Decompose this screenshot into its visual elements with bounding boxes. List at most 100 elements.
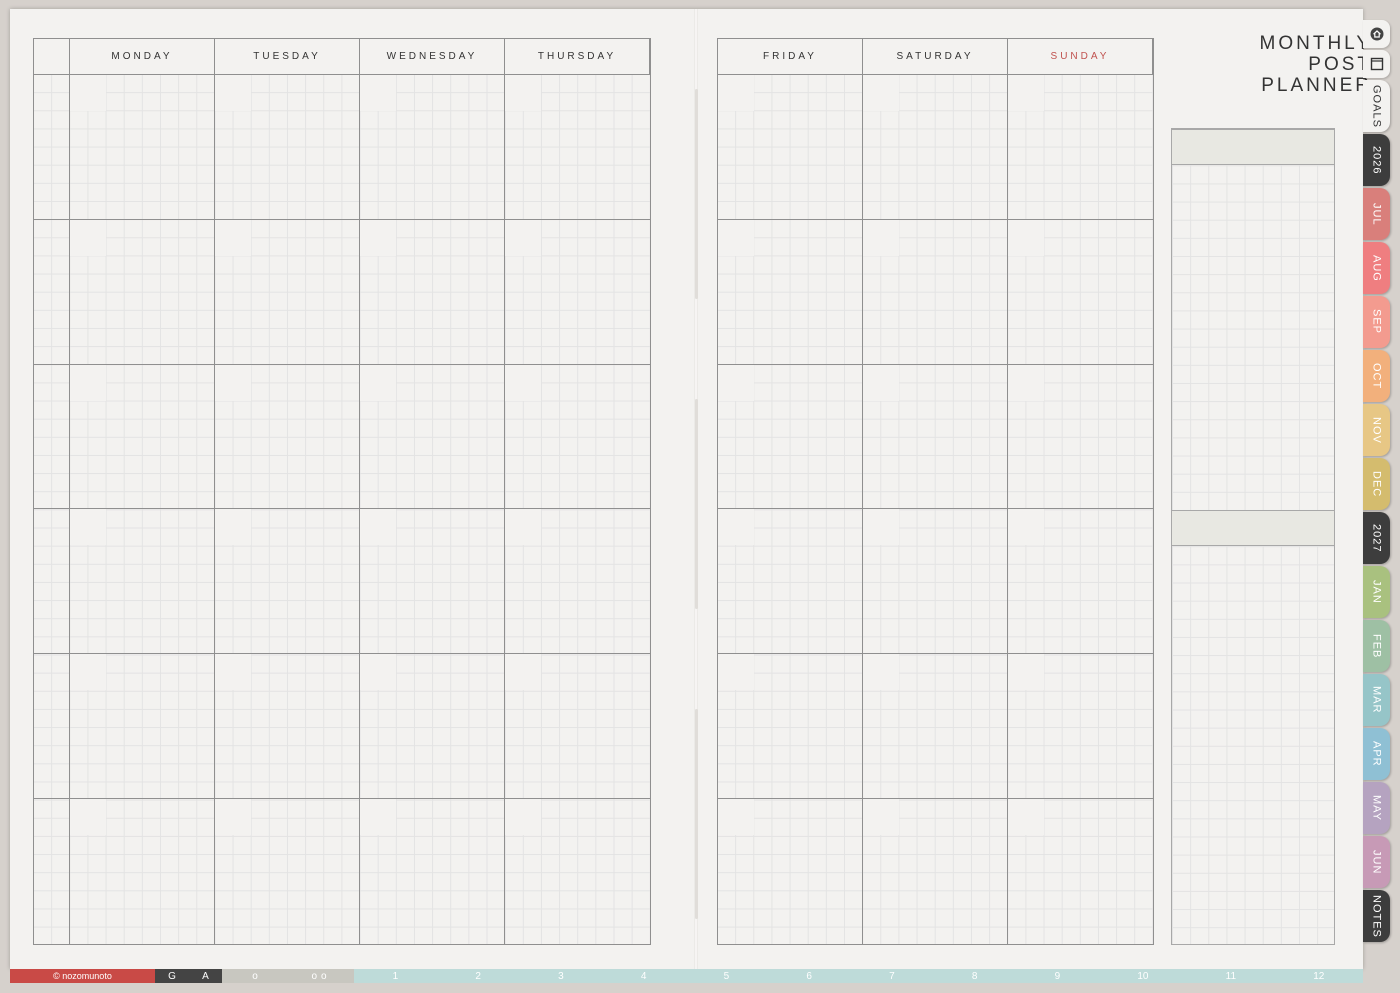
tab-label: AUG	[1370, 254, 1383, 282]
home-icon	[1370, 27, 1383, 41]
calendar-right: FRIDAY SATURDAY SUNDAY	[717, 38, 1154, 945]
month-link[interactable]: 1	[393, 969, 399, 983]
day-cell[interactable]	[360, 799, 505, 944]
tab-feb[interactable]: FEB	[1363, 620, 1390, 672]
day-cell[interactable]	[505, 509, 650, 655]
overview-link[interactable]: o	[222, 969, 288, 983]
month-link[interactable]: 12	[1313, 969, 1324, 983]
day-cell[interactable]	[215, 509, 360, 655]
tab-aug[interactable]: AUG	[1363, 242, 1390, 294]
tab-jun[interactable]: JUN	[1363, 836, 1390, 888]
day-cell[interactable]	[718, 364, 863, 510]
day-cell[interactable]	[1008, 509, 1153, 655]
day-cell[interactable]	[215, 654, 360, 800]
day-cell[interactable]	[1008, 654, 1153, 800]
day-cell[interactable]	[718, 219, 863, 365]
day-cell[interactable]	[360, 75, 505, 220]
month-link[interactable]: 3	[558, 969, 564, 983]
day-cell[interactable]	[505, 219, 650, 365]
day-cell[interactable]	[360, 219, 505, 365]
day-cell[interactable]	[70, 654, 215, 800]
day-number-box	[360, 509, 396, 546]
day-cell[interactable]	[863, 364, 1008, 510]
day-cell[interactable]	[215, 364, 360, 510]
day-cell[interactable]	[718, 654, 863, 800]
tab-mar[interactable]: MAR	[1363, 674, 1390, 726]
tab-sep[interactable]: SEP	[1363, 296, 1390, 348]
tab-apr[interactable]: APR	[1363, 728, 1390, 780]
day-cell[interactable]	[70, 799, 215, 944]
day-cell[interactable]	[70, 219, 215, 365]
day-number-box	[718, 75, 754, 111]
goals-link[interactable]: G	[155, 969, 189, 983]
tab-2026[interactable]: 2026	[1363, 134, 1390, 186]
overview-2-link[interactable]: oo	[288, 969, 354, 983]
day-number-box	[70, 364, 106, 401]
title-line: MONTHLY	[1259, 33, 1372, 54]
day-cell[interactable]	[718, 75, 863, 220]
notes-column[interactable]	[1171, 128, 1335, 945]
tab-jul[interactable]: JUL	[1363, 188, 1390, 240]
day-cell[interactable]	[215, 219, 360, 365]
month-link[interactable]: 6	[806, 969, 812, 983]
home-tab[interactable]	[1363, 20, 1390, 48]
day-cell[interactable]	[215, 799, 360, 944]
month-links: 1 2 3 4 5 6 7 8 9 10 11 12	[354, 969, 1363, 983]
month-link[interactable]: 10	[1137, 969, 1148, 983]
tab-2027[interactable]: 2027	[1363, 512, 1390, 564]
day-cell[interactable]	[215, 75, 360, 220]
month-link[interactable]: 9	[1055, 969, 1061, 983]
day-cell[interactable]	[360, 509, 505, 655]
day-number-box	[505, 219, 541, 256]
day-header-sunday: SUNDAY	[1008, 39, 1153, 75]
tab-dec[interactable]: DEC	[1363, 458, 1390, 510]
day-cell[interactable]	[1008, 219, 1153, 365]
brand-link[interactable]: © nozomunoto	[10, 969, 155, 983]
day-cell[interactable]	[505, 799, 650, 944]
day-cell[interactable]	[1008, 75, 1153, 220]
day-header-tuesday: TUESDAY	[215, 39, 360, 75]
tab-oct[interactable]: OCT	[1363, 350, 1390, 402]
day-cell[interactable]	[863, 75, 1008, 220]
tab-label: MAR	[1370, 686, 1383, 714]
tab-nov[interactable]: NOV	[1363, 404, 1390, 456]
day-number-box	[360, 364, 396, 401]
day-number-box	[70, 75, 106, 111]
day-number-box	[1008, 654, 1044, 691]
day-cell[interactable]	[505, 75, 650, 220]
month-link[interactable]: 7	[889, 969, 895, 983]
month-link[interactable]: 4	[641, 969, 647, 983]
day-cell[interactable]	[1008, 364, 1153, 510]
tab-notes[interactable]: NOTES	[1363, 890, 1390, 942]
day-number-box	[70, 509, 106, 546]
day-cell[interactable]	[863, 799, 1008, 944]
day-cell[interactable]	[718, 799, 863, 944]
day-cell[interactable]	[360, 364, 505, 510]
tab-may[interactable]: MAY	[1363, 782, 1390, 834]
annual-link[interactable]: A	[189, 969, 222, 983]
day-cell[interactable]	[718, 509, 863, 655]
day-number-box	[1008, 509, 1044, 546]
day-cell[interactable]	[505, 654, 650, 800]
week-number-cell	[34, 654, 70, 800]
day-cell[interactable]	[505, 364, 650, 510]
day-cell[interactable]	[360, 654, 505, 800]
tab-label: DEC	[1370, 470, 1383, 498]
index-tab[interactable]	[1363, 50, 1390, 78]
week-number-cell	[34, 799, 70, 944]
day-cell[interactable]	[1008, 799, 1153, 944]
day-cell[interactable]	[863, 219, 1008, 365]
tab-jan[interactable]: JAN	[1363, 566, 1390, 618]
day-cell[interactable]	[70, 75, 215, 220]
day-cell[interactable]	[863, 654, 1008, 800]
month-link[interactable]: 11	[1226, 969, 1236, 983]
calendar-left: MONDAY TUESDAY WEDNESDAY THURSDAY	[33, 38, 651, 945]
day-cell[interactable]	[70, 509, 215, 655]
day-cell[interactable]	[863, 509, 1008, 655]
month-link[interactable]: 2	[475, 969, 481, 983]
tab-goals[interactable]: GOALS	[1363, 80, 1390, 132]
month-link[interactable]: 8	[972, 969, 978, 983]
spine-stitch	[695, 709, 698, 919]
day-cell[interactable]	[70, 364, 215, 510]
month-link[interactable]: 5	[724, 969, 730, 983]
